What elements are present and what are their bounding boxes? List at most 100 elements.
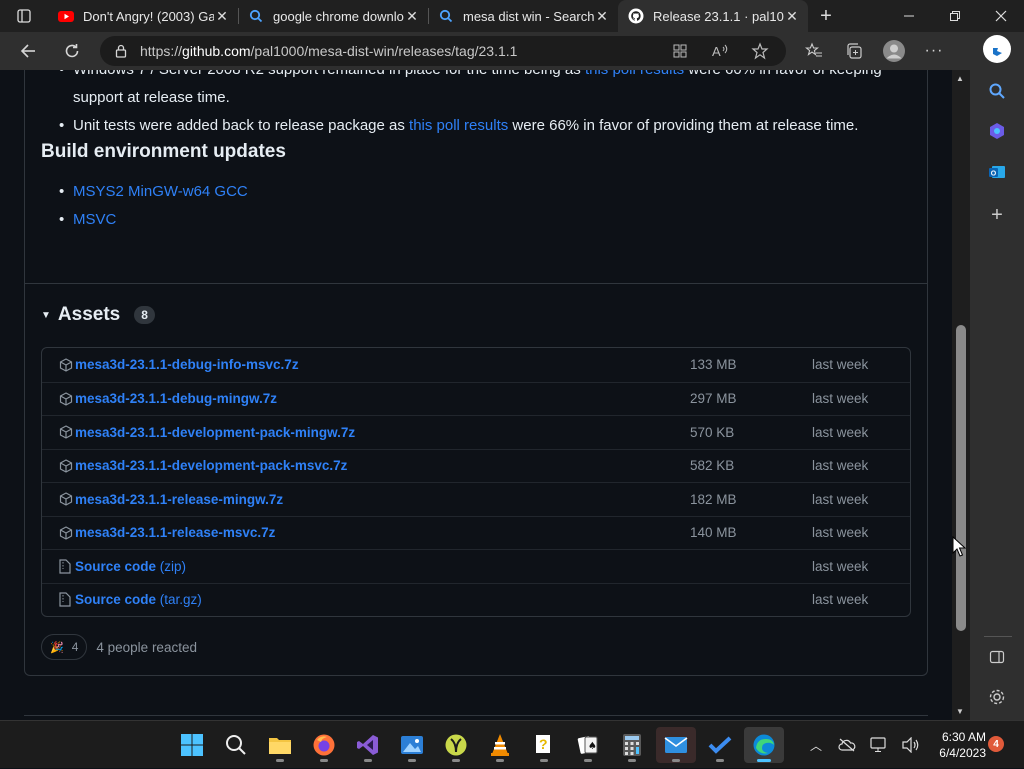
scroll-down-icon[interactable]: ▼ xyxy=(956,707,964,716)
asset-download-link[interactable]: mesa3d-23.1.1-release-msvc.7z xyxy=(75,525,690,540)
cards-icon: ♠ xyxy=(577,736,598,754)
star-icon xyxy=(751,42,769,60)
tab-strip: Don't Angry! (2003) Gar ✕ google chrome … xyxy=(0,0,1024,32)
app-available-button[interactable] xyxy=(662,35,698,67)
bing-chat-button[interactable] xyxy=(983,35,1011,63)
note-text: Unit tests were added back to release pa… xyxy=(73,117,410,134)
asset-name: mesa3d-23.1.1-development-pack-msvc.7z xyxy=(75,458,348,474)
asset-download-link[interactable]: mesa3d-23.1.1-release-mingw.7z xyxy=(75,492,690,507)
tada-icon: 🎉 xyxy=(50,641,64,654)
collections-button[interactable] xyxy=(836,35,872,67)
photos-icon xyxy=(401,736,423,754)
todo-button[interactable] xyxy=(700,727,740,763)
tab-mesa-search[interactable]: mesa dist win - Search ✕ xyxy=(428,0,618,32)
asset-size: 297 MB xyxy=(690,391,737,407)
read-aloud-button[interactable]: A xyxy=(702,35,738,67)
asset-download-link[interactable]: mesa3d-23.1.1-debug-info-msvc.7z xyxy=(75,357,690,372)
vlc-icon xyxy=(491,734,509,756)
settings-menu-button[interactable]: ··· xyxy=(916,35,952,67)
sidebar-settings-button[interactable] xyxy=(983,683,1011,711)
network-button[interactable] xyxy=(834,727,860,763)
show-hidden-icons-button[interactable]: ︿ xyxy=(804,727,828,763)
asset-date: last week xyxy=(812,525,869,541)
asset-date: last week xyxy=(812,458,869,474)
calculator-button[interactable] xyxy=(612,727,652,763)
scrollbar-thumb[interactable] xyxy=(956,325,966,631)
url-prefix: https:// xyxy=(140,43,183,59)
asset-download-link[interactable]: Source code (zip) xyxy=(75,559,690,574)
photos-button[interactable] xyxy=(392,727,432,763)
mail-button[interactable] xyxy=(656,727,696,763)
asset-download-link[interactable]: mesa3d-23.1.1-development-pack-mingw.7z xyxy=(75,425,690,440)
help-icon: ? xyxy=(536,735,550,753)
cloud-offline-icon xyxy=(838,738,856,752)
calculator-icon xyxy=(623,734,641,756)
note-text: were 66% in favor of providing them at r… xyxy=(508,117,859,134)
scroll-up-icon[interactable]: ▲ xyxy=(956,74,964,83)
vlc-button[interactable] xyxy=(480,727,520,763)
close-icon[interactable]: ✕ xyxy=(594,8,610,25)
xbox-app-button[interactable] xyxy=(436,727,476,763)
release-notes-list: Windows 7 / Server 2008 R2 support remai… xyxy=(41,70,911,140)
search-icon xyxy=(226,735,246,755)
page-scrollbar[interactable]: ▲ ▼ xyxy=(952,70,970,720)
speaker-icon xyxy=(902,737,919,753)
poll-results-link[interactable]: this poll results xyxy=(585,70,684,78)
svg-text:O: O xyxy=(991,171,997,178)
asset-size: 182 MB xyxy=(690,491,737,507)
asset-download-link[interactable]: mesa3d-23.1.1-debug-mingw.7z xyxy=(75,391,690,406)
search-icon xyxy=(439,9,453,23)
address-bar[interactable]: https://github.com/pal1000/mesa-dist-win… xyxy=(100,36,786,66)
tab-actions-button[interactable] xyxy=(0,0,48,32)
asset-download-link[interactable]: Source code (tar.gz) xyxy=(75,592,690,607)
new-tab-button[interactable]: + xyxy=(810,0,842,32)
tab-google-chrome-search[interactable]: google chrome downloa ✕ xyxy=(238,0,428,32)
sidebar-search-button[interactable] xyxy=(983,77,1011,105)
taskbar-search-button[interactable] xyxy=(216,727,256,763)
favorite-button[interactable] xyxy=(742,35,778,67)
tab-youtube[interactable]: Don't Angry! (2003) Gar ✕ xyxy=(48,0,238,32)
solitaire-button[interactable]: ♠ xyxy=(568,727,608,763)
favorites-button[interactable] xyxy=(796,35,832,67)
hide-sidebar-button[interactable] xyxy=(983,643,1011,671)
close-window-button[interactable] xyxy=(978,0,1024,32)
mouse-cursor-icon xyxy=(952,536,966,557)
edge-taskbar-button[interactable] xyxy=(744,727,784,763)
close-icon[interactable]: ✕ xyxy=(214,8,230,25)
close-icon[interactable]: ✕ xyxy=(784,8,800,25)
msys2-link[interactable]: MSYS2 MinGW-w64 GCC xyxy=(73,183,248,200)
firefox-button[interactable] xyxy=(304,727,344,763)
reaction-button[interactable]: 🎉 4 xyxy=(41,634,88,660)
file-explorer-button[interactable] xyxy=(260,727,300,763)
asset-name: mesa3d-23.1.1-release-msvc.7z xyxy=(75,525,276,541)
help-app-button[interactable]: ? xyxy=(524,727,564,763)
refresh-button[interactable] xyxy=(54,35,90,67)
plus-icon: + xyxy=(820,4,832,27)
youtube-icon xyxy=(58,11,74,22)
assets-toggle[interactable]: ▼ Assets 8 xyxy=(41,304,155,326)
clock-time: 6:30 AM xyxy=(941,730,986,744)
asset-download-link[interactable]: mesa3d-23.1.1-development-pack-msvc.7z xyxy=(75,458,690,473)
sidebar-copilot-button[interactable] xyxy=(983,117,1011,145)
sidebar-outlook-button[interactable]: O xyxy=(983,158,1011,186)
clock[interactable]: 6:30 AM 6/4/2023 xyxy=(920,729,986,761)
back-button[interactable] xyxy=(10,35,46,67)
tab-github-release[interactable]: Release 23.1.1 · pal1000 ✕ xyxy=(618,0,808,32)
poll-results-link[interactable]: this poll results xyxy=(409,117,508,134)
mail-icon xyxy=(664,737,688,753)
sidebar-add-button[interactable]: + xyxy=(983,201,1011,229)
visual-studio-button[interactable] xyxy=(348,727,388,763)
close-icon[interactable]: ✕ xyxy=(404,8,420,25)
notification-badge[interactable]: 4 xyxy=(988,736,1004,752)
msvc-link[interactable]: MSVC xyxy=(73,211,116,228)
window-controls xyxy=(886,0,1024,32)
display-button[interactable] xyxy=(866,727,892,763)
asset-size: 133 MB xyxy=(690,357,737,373)
lock-icon xyxy=(115,44,127,58)
minimize-icon xyxy=(904,15,914,17)
profile-button[interactable] xyxy=(876,35,912,67)
asset-name: mesa3d-23.1.1-debug-info-msvc.7z xyxy=(75,357,299,373)
start-button[interactable] xyxy=(172,727,212,763)
minimize-button[interactable] xyxy=(886,0,932,32)
restore-button[interactable] xyxy=(932,0,978,32)
